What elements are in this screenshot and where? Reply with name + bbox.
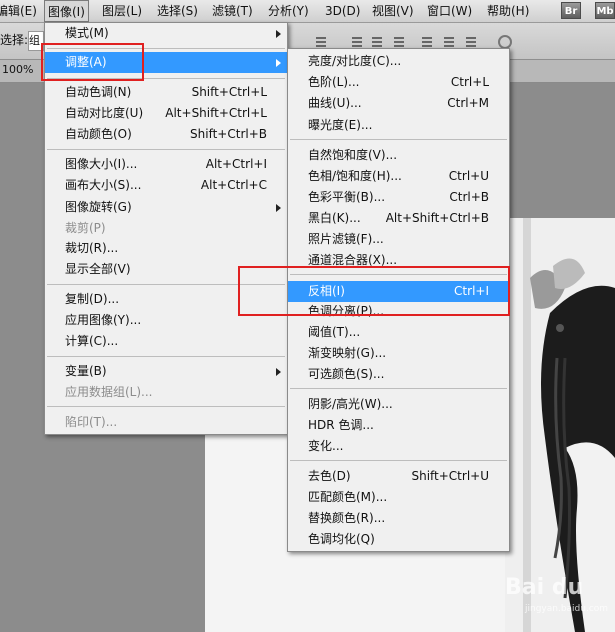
distribute-bottom-icon[interactable] xyxy=(392,35,406,49)
menu-view[interactable]: 视图(V) xyxy=(372,0,414,22)
menu-item-auto-tone[interactable]: 自动色调(N) Shift+Ctrl+L xyxy=(45,82,287,103)
menu-item-trap: 陷印(T)... xyxy=(65,415,118,429)
annotation-box-adjustments xyxy=(41,43,144,81)
menu-item-image-rotation[interactable]: 图像旋转(G) xyxy=(45,197,287,218)
menu-item-exposure[interactable]: 曝光度(E)... xyxy=(288,115,509,136)
menu-item-shadows-highlights[interactable]: 阴影/高光(W)... xyxy=(288,394,509,415)
menu-item-equalize[interactable]: 色调均化(Q) xyxy=(288,529,509,550)
menu-item-threshold[interactable]: 阈值(T)... xyxy=(288,322,509,343)
menu-item-brightness-contrast[interactable]: 亮度/对比度(C)... xyxy=(288,51,509,72)
distribute-top-icon[interactable] xyxy=(350,35,364,49)
menu-help[interactable]: 帮助(H) xyxy=(487,0,529,22)
select-label: 选择: xyxy=(0,33,29,47)
menu-item-levels[interactable]: 色阶(L)... Ctrl+L xyxy=(288,72,509,93)
annotation-box-invert xyxy=(238,266,510,316)
menu-select[interactable]: 选择(S) xyxy=(157,0,198,22)
menu-item-trim[interactable]: 裁切(R)... xyxy=(45,238,287,259)
image-menu: 模式(M) 调整(A) 自动色调(N) Shift+Ctrl+L 自动对比度(U)… xyxy=(44,22,288,435)
menu-window[interactable]: 窗口(W) xyxy=(427,0,472,22)
bridge-button[interactable]: Br xyxy=(561,2,581,19)
distribute-right-icon[interactable] xyxy=(464,35,478,49)
menu-item-apply-data-set: 应用数据组(L)... xyxy=(65,385,153,399)
menu-item-color-balance[interactable]: 色彩平衡(B)... Ctrl+B xyxy=(288,187,509,208)
distribute-left-icon[interactable] xyxy=(420,35,434,49)
menu-item-vibrance[interactable]: 自然饱和度(V)... xyxy=(288,145,509,166)
menu-item-image-size[interactable]: 图像大小(I)... Alt+Ctrl+I xyxy=(45,154,287,175)
menu-edit[interactable]: 编辑(E) xyxy=(0,0,37,22)
menu-layer[interactable]: 图层(L) xyxy=(102,0,142,22)
menu-item-variations[interactable]: 变化... xyxy=(288,436,509,457)
menu-3d[interactable]: 3D(D) xyxy=(325,0,360,22)
menu-item-auto-color[interactable]: 自动颜色(O) Shift+Ctrl+B xyxy=(45,124,287,145)
distribute-vcenter-icon[interactable] xyxy=(370,35,384,49)
submenu-arrow-icon xyxy=(276,59,281,67)
menu-item-hdr-toning[interactable]: HDR 色调... xyxy=(288,415,509,436)
menu-item-match-color[interactable]: 匹配颜色(M)... xyxy=(288,487,509,508)
menubar: 编辑(E) 图像(I) 图层(L) 选择(S) 滤镜(T) 分析(Y) 3D(D… xyxy=(0,0,615,23)
menu-image[interactable]: 图像(I) xyxy=(44,0,89,22)
zoom-level: 100% xyxy=(2,63,34,76)
auto-align-icon[interactable] xyxy=(498,35,512,49)
menu-item-mode[interactable]: 模式(M) xyxy=(45,23,287,44)
menu-item-black-white[interactable]: 黑白(K)... Alt+Shift+Ctrl+B xyxy=(288,208,509,229)
menu-item-calculations[interactable]: 计算(C)... xyxy=(45,331,287,352)
menu-filter[interactable]: 滤镜(T) xyxy=(212,0,253,22)
menu-item-variables[interactable]: 变量(B) xyxy=(45,361,287,382)
watermark-logo: Bai du xyxy=(505,575,584,600)
menu-item-hue-saturation[interactable]: 色相/饱和度(H)... Ctrl+U xyxy=(288,166,509,187)
menu-item-auto-contrast[interactable]: 自动对比度(U) Alt+Shift+Ctrl+L xyxy=(45,103,287,124)
menu-item-photo-filter[interactable]: 照片滤镜(F)... xyxy=(288,229,509,250)
menu-item-selective-color[interactable]: 可选颜色(S)... xyxy=(288,364,509,385)
menu-item-crop: 裁剪(P) xyxy=(65,221,106,235)
menu-item-desaturate[interactable]: 去色(D) Shift+Ctrl+U xyxy=(288,466,509,487)
menu-item-curves[interactable]: 曲线(U)... Ctrl+M xyxy=(288,93,509,114)
distribute-hcenter-icon[interactable] xyxy=(442,35,456,49)
submenu-arrow-icon xyxy=(276,368,281,376)
menu-analysis[interactable]: 分析(Y) xyxy=(268,0,309,22)
align-icon[interactable] xyxy=(314,35,328,49)
menu-item-replace-color[interactable]: 替换颜色(R)... xyxy=(288,508,509,529)
menu-item-canvas-size[interactable]: 画布大小(S)... Alt+Ctrl+C xyxy=(45,175,287,196)
photo-image xyxy=(505,218,615,632)
watermark-url: jingyan.baidu.com xyxy=(525,604,609,614)
minibridge-button[interactable]: Mb xyxy=(595,2,615,19)
submenu-arrow-icon xyxy=(276,204,281,212)
menu-item-gradient-map[interactable]: 渐变映射(G)... xyxy=(288,343,509,364)
submenu-arrow-icon xyxy=(276,30,281,38)
